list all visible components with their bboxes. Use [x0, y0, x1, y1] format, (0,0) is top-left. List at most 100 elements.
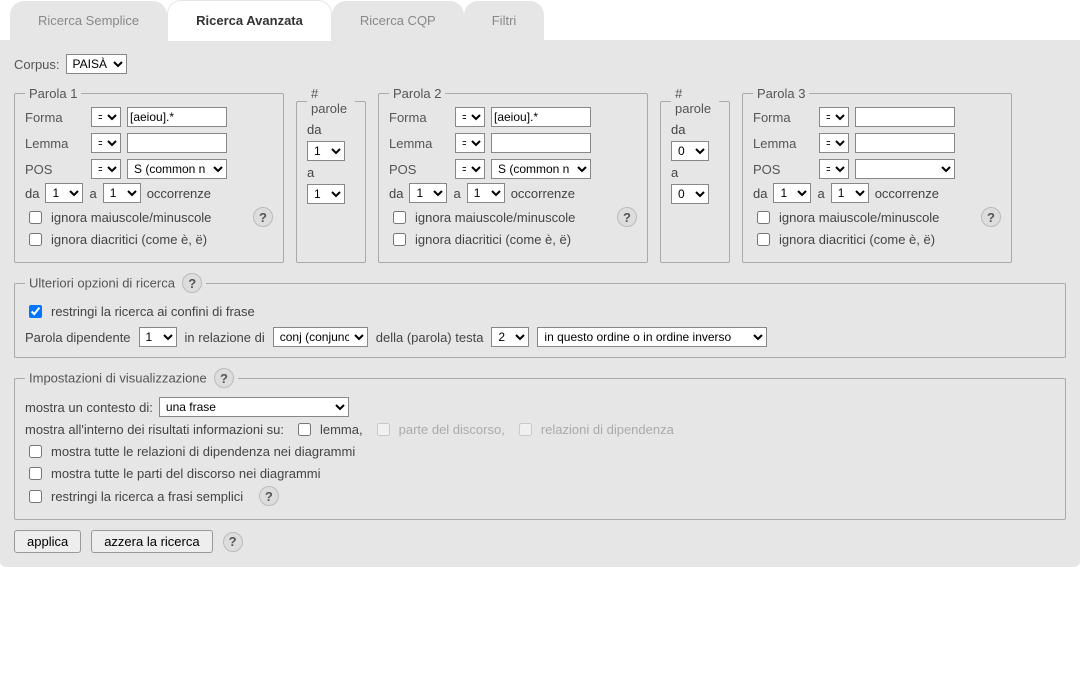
dep-relation-select[interactable]: conj (conjunc: [273, 327, 368, 347]
p1-lemma-input[interactable]: [127, 133, 227, 153]
info-lemma-label: lemma,: [320, 422, 363, 437]
p2-pos-op[interactable]: =: [455, 159, 485, 179]
reset-button[interactable]: azzera la ricerca: [91, 530, 212, 553]
simple-phrases-checkbox[interactable]: [29, 490, 42, 503]
ulteriori-legend: Ulteriori opzioni di ricerca ?: [25, 273, 206, 293]
tab-filtri[interactable]: Filtri: [464, 1, 545, 40]
p2-occ-suffix: occorrenze: [511, 186, 575, 201]
show-dep-diag-checkbox[interactable]: [29, 445, 42, 458]
p3-occ-a[interactable]: 1: [831, 183, 869, 203]
dep-head-select[interactable]: 2: [491, 327, 529, 347]
p2-lemma-op[interactable]: =: [455, 133, 485, 153]
tab-ricerca-semplice[interactable]: Ricerca Semplice: [10, 1, 167, 40]
dep-rel-pre: in relazione di: [185, 330, 265, 345]
p3-pos-label: POS: [753, 162, 813, 177]
p3-lemma-input[interactable]: [855, 133, 955, 153]
p1-ignore-case[interactable]: [29, 211, 42, 224]
tabs-bar: Ricerca Semplice Ricerca Avanzata Ricerc…: [0, 0, 1080, 40]
visual-fieldset: Impostazioni di visualizzazione ? mostra…: [14, 368, 1066, 520]
p2-forma-input[interactable]: [491, 107, 591, 127]
p1-pos-select[interactable]: S (common n: [127, 159, 227, 179]
help-icon[interactable]: ?: [214, 368, 234, 388]
p2-occ-da-label: da: [389, 186, 403, 201]
p3-pos-select[interactable]: [855, 159, 955, 179]
p1-occ-a[interactable]: 1: [103, 183, 141, 203]
p1-occ-da[interactable]: 1: [45, 183, 83, 203]
p2-ignore-diac[interactable]: [393, 233, 406, 246]
dep-word-select[interactable]: 1: [139, 327, 177, 347]
info-lemma-checkbox[interactable]: [298, 423, 311, 436]
p3-lemma-op[interactable]: =: [819, 133, 849, 153]
np1-a[interactable]: 1: [307, 184, 345, 204]
p3-occ-suffix: occorrenze: [875, 186, 939, 201]
p3-forma-op[interactable]: =: [819, 107, 849, 127]
help-icon[interactable]: ?: [259, 486, 279, 506]
dep-head-pre: della (parola) testa: [376, 330, 484, 345]
dep-order-select[interactable]: in questo ordine o in ordine inverso: [537, 327, 767, 347]
apply-button[interactable]: applica: [14, 530, 81, 553]
p3-ignore-case[interactable]: [757, 211, 770, 224]
p1-occ-da-label: da: [25, 186, 39, 201]
context-select[interactable]: una frase: [159, 397, 349, 417]
p2-occ-a[interactable]: 1: [467, 183, 505, 203]
restrict-sentence-label: restringi la ricerca ai confini di frase: [51, 304, 255, 319]
p2-pos-label: POS: [389, 162, 449, 177]
np2-da[interactable]: 0: [671, 141, 709, 161]
nparole1-fieldset: # parole da 1 a 1: [296, 86, 366, 263]
p1-forma-op[interactable]: =: [91, 107, 121, 127]
np2-a[interactable]: 0: [671, 184, 709, 204]
p2-ignore-case[interactable]: [393, 211, 406, 224]
p2-forma-op[interactable]: =: [455, 107, 485, 127]
p1-forma-input[interactable]: [127, 107, 227, 127]
parola3-fieldset: Parola 3 Forma = Lemma = POS = da 1 a 1 …: [742, 86, 1012, 263]
info-pos-label: parte del discorso,: [399, 422, 505, 437]
p1-lemma-label: Lemma: [25, 136, 85, 151]
p1-occ-a-label: a: [89, 186, 96, 201]
p2-occ-da[interactable]: 1: [409, 183, 447, 203]
p2-lemma-input[interactable]: [491, 133, 591, 153]
help-icon[interactable]: ?: [182, 273, 202, 293]
context-label: mostra un contesto di:: [25, 400, 153, 415]
show-pos-diag-checkbox[interactable]: [29, 467, 42, 480]
help-icon[interactable]: ?: [981, 207, 1001, 227]
info-dep-label: relazioni di dipendenza: [541, 422, 674, 437]
show-pos-diag-label: mostra tutte le parti del discorso nei d…: [51, 466, 321, 481]
p3-ignore-diac[interactable]: [757, 233, 770, 246]
dep-pre: Parola dipendente: [25, 330, 131, 345]
parola2-fieldset: Parola 2 Forma = Lemma = POS = S (common…: [378, 86, 648, 263]
p1-pos-label: POS: [25, 162, 85, 177]
corpus-select[interactable]: PAISÀ: [66, 54, 127, 74]
p3-forma-input[interactable]: [855, 107, 955, 127]
p1-pos-op[interactable]: =: [91, 159, 121, 179]
visual-legend: Impostazioni di visualizzazione ?: [25, 368, 238, 388]
parola1-legend: Parola 1: [25, 86, 81, 101]
content-panel: Corpus: PAISÀ Parola 1 Forma = Lemma = P…: [0, 40, 1080, 567]
p3-occ-a-label: a: [817, 186, 824, 201]
np2-da-label: da: [671, 122, 719, 137]
tab-ricerca-avanzata[interactable]: Ricerca Avanzata: [167, 0, 332, 41]
p1-ignore-diac[interactable]: [29, 233, 42, 246]
help-icon[interactable]: ?: [253, 207, 273, 227]
help-icon[interactable]: ?: [617, 207, 637, 227]
p3-occ-da-label: da: [753, 186, 767, 201]
p1-ignore-diac-label: ignora diacritici (come è, ë): [51, 232, 207, 247]
help-icon[interactable]: ?: [223, 532, 243, 552]
p1-ignore-case-label: ignora maiuscole/minuscole: [51, 210, 211, 225]
np1-da-label: da: [307, 122, 355, 137]
p2-forma-label: Forma: [389, 110, 449, 125]
p3-forma-label: Forma: [753, 110, 813, 125]
nparole1-legend: # parole: [307, 86, 355, 116]
parola1-fieldset: Parola 1 Forma = Lemma = POS = S (common…: [14, 86, 284, 263]
corpus-label: Corpus:: [14, 57, 60, 72]
p3-occ-da[interactable]: 1: [773, 183, 811, 203]
np1-da[interactable]: 1: [307, 141, 345, 161]
p2-pos-select[interactable]: S (common n: [491, 159, 591, 179]
p3-pos-op[interactable]: =: [819, 159, 849, 179]
restrict-sentence-checkbox[interactable]: [29, 305, 42, 318]
np1-a-label: a: [307, 165, 355, 180]
ulteriori-legend-text: Ulteriori opzioni di ricerca: [29, 276, 175, 291]
show-dep-diag-label: mostra tutte le relazioni di dipendenza …: [51, 444, 355, 459]
tab-ricerca-cqp[interactable]: Ricerca CQP: [332, 1, 464, 40]
simple-phrases-label: restringi la ricerca a frasi semplici: [51, 489, 243, 504]
p1-lemma-op[interactable]: =: [91, 133, 121, 153]
